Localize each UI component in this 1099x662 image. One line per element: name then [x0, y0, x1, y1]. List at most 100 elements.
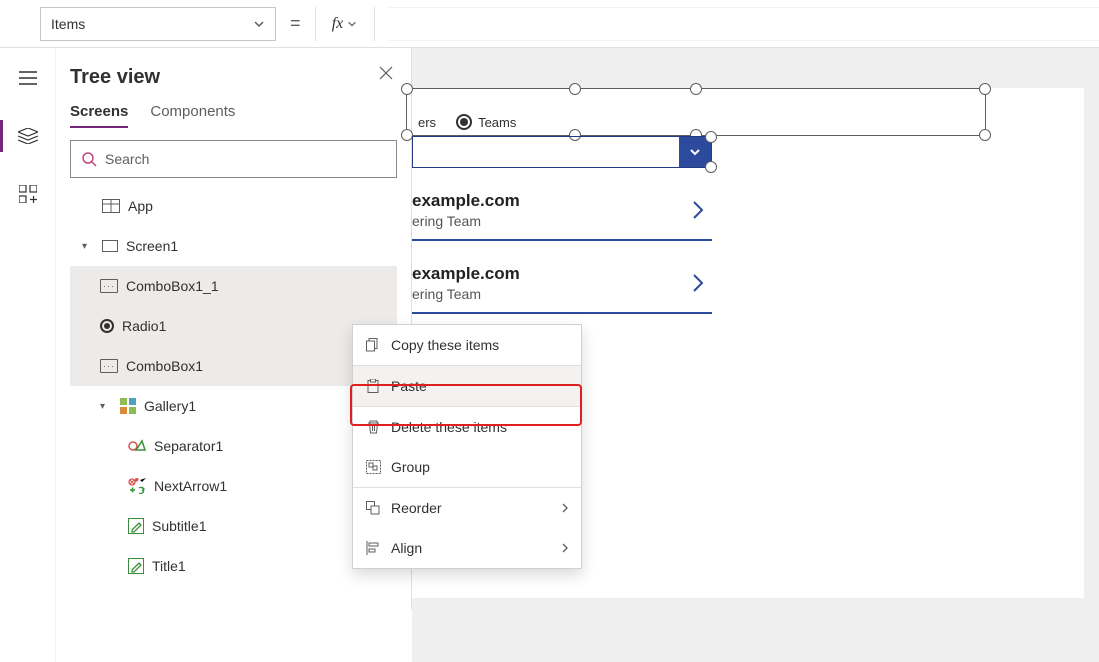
combobox-input[interactable] — [413, 137, 679, 167]
property-dropdown[interactable]: Items — [40, 7, 276, 41]
shape-icon — [128, 439, 146, 453]
chevron-right-icon[interactable] — [690, 273, 712, 293]
left-rail — [0, 48, 56, 662]
ctx-copy[interactable]: Copy these items — [353, 325, 581, 365]
tree-item-combobox1-1[interactable]: ··· ComboBox1_1 — [70, 266, 397, 306]
tab-components[interactable]: Components — [150, 103, 235, 128]
paste-icon — [365, 379, 381, 393]
resize-handle[interactable] — [690, 83, 702, 95]
ctx-label: Copy these items — [391, 337, 499, 353]
resize-handle[interactable] — [401, 83, 413, 95]
radio-label-partial: ers — [418, 115, 436, 130]
label-edit-icon — [128, 558, 144, 574]
combobox-icon: ··· — [100, 359, 118, 373]
search-input[interactable]: Search — [70, 140, 397, 178]
chevron-right-icon — [561, 543, 569, 553]
app-icon — [102, 199, 120, 213]
combobox-control[interactable] — [412, 136, 712, 168]
tree-item-combobox1[interactable]: ··· ComboBox1 — [70, 346, 397, 386]
radio-icon — [100, 319, 114, 333]
reorder-icon — [365, 501, 381, 515]
fx-icon: fx — [332, 15, 344, 33]
tree: App ▾ Screen1 ··· ComboBox1_1 Radio1 ··· — [70, 186, 397, 586]
chevron-down-icon — [347, 19, 357, 29]
grid-add-icon — [19, 185, 37, 203]
caret-down-icon[interactable]: ▾ — [100, 401, 112, 412]
layers-icon — [18, 128, 38, 144]
tree-label: App — [128, 198, 153, 214]
tree-view-rail-button[interactable] — [12, 120, 44, 152]
tree-label: Separator1 — [154, 438, 223, 454]
tree-label: Screen1 — [126, 238, 178, 254]
formula-input[interactable] — [389, 7, 1099, 41]
ctx-align[interactable]: Align — [353, 528, 581, 568]
property-dropdown-label: Items — [51, 16, 85, 32]
hamburger-icon[interactable] — [12, 62, 44, 94]
tree-item-radio1[interactable]: Radio1 — [70, 306, 397, 346]
resize-handle[interactable] — [705, 131, 717, 143]
formula-bar: Items = fx — [0, 0, 1099, 48]
app-root: Items = fx — [0, 0, 1099, 662]
close-icon[interactable] — [379, 66, 393, 80]
equals-sign: = — [290, 13, 301, 34]
icons-icon — [128, 478, 146, 494]
tree-tabs: Screens Components — [70, 103, 397, 128]
tab-screens[interactable]: Screens — [70, 103, 128, 128]
tree-label: Title1 — [152, 558, 186, 574]
trash-icon — [365, 420, 381, 434]
tree-item-gallery1[interactable]: ▾ Gallery1 — [70, 386, 397, 426]
tree-item-subtitle1[interactable]: Subtitle1 — [70, 506, 397, 546]
ctx-group[interactable]: Group — [353, 447, 581, 487]
ctx-label: Align — [391, 540, 422, 556]
chevron-down-icon — [253, 18, 265, 30]
tree-item-nextarrow1[interactable]: NextArrow1 — [70, 466, 397, 506]
search-icon — [81, 151, 97, 167]
gallery-title: example.com — [412, 264, 520, 284]
screen-icon — [102, 240, 118, 252]
ctx-label: Group — [391, 459, 430, 475]
ctx-label: Delete these items — [391, 419, 507, 435]
gallery-icon — [120, 398, 136, 414]
fx-button[interactable]: fx — [315, 7, 375, 41]
gallery-row-1[interactable]: example.com ering Team — [412, 183, 712, 241]
tree-label: Gallery1 — [144, 398, 196, 414]
gallery-row-2[interactable]: example.com ering Team — [412, 256, 712, 314]
radio-option-2[interactable]: Teams — [456, 114, 516, 130]
ctx-delete[interactable]: Delete these items — [353, 407, 581, 447]
radio-option-1[interactable]: ers — [418, 115, 436, 130]
tree-item-title1[interactable]: Title1 — [70, 546, 397, 586]
search-placeholder: Search — [105, 151, 149, 167]
tree-label: Subtitle1 — [152, 518, 206, 534]
resize-handle[interactable] — [979, 83, 991, 95]
tree-title: Tree view — [70, 66, 397, 89]
tree-item-separator1[interactable]: Separator1 — [70, 426, 397, 466]
radio-dot-icon — [456, 114, 472, 130]
chevron-right-icon — [561, 503, 569, 513]
align-icon — [365, 541, 381, 555]
resize-handle[interactable] — [569, 83, 581, 95]
components-rail-button[interactable] — [12, 178, 44, 210]
combobox-icon: ··· — [100, 279, 118, 293]
tree-label: Radio1 — [122, 318, 166, 334]
gallery-subtitle: ering Team — [412, 213, 520, 229]
ctx-label: Reorder — [391, 500, 442, 516]
chevron-down-icon — [688, 145, 702, 159]
label-edit-icon — [128, 518, 144, 534]
group-icon — [365, 460, 381, 474]
copy-icon — [365, 338, 381, 352]
tree-label: NextArrow1 — [154, 478, 227, 494]
gallery-subtitle: ering Team — [412, 286, 520, 302]
caret-down-icon[interactable]: ▾ — [82, 241, 94, 252]
radio-label: Teams — [478, 115, 516, 130]
context-menu: Copy these items Paste Delete these item… — [352, 324, 582, 569]
tree-item-app[interactable]: App — [70, 186, 397, 226]
ctx-reorder[interactable]: Reorder — [353, 488, 581, 528]
resize-handle[interactable] — [705, 161, 717, 173]
tree-label: ComboBox1 — [126, 358, 203, 374]
tree-label: ComboBox1_1 — [126, 278, 219, 294]
tree-item-screen1[interactable]: ▾ Screen1 — [70, 226, 397, 266]
gallery-title: example.com — [412, 191, 520, 211]
ctx-paste[interactable]: Paste — [353, 366, 581, 406]
ctx-label: Paste — [391, 378, 427, 394]
chevron-right-icon[interactable] — [690, 200, 712, 220]
